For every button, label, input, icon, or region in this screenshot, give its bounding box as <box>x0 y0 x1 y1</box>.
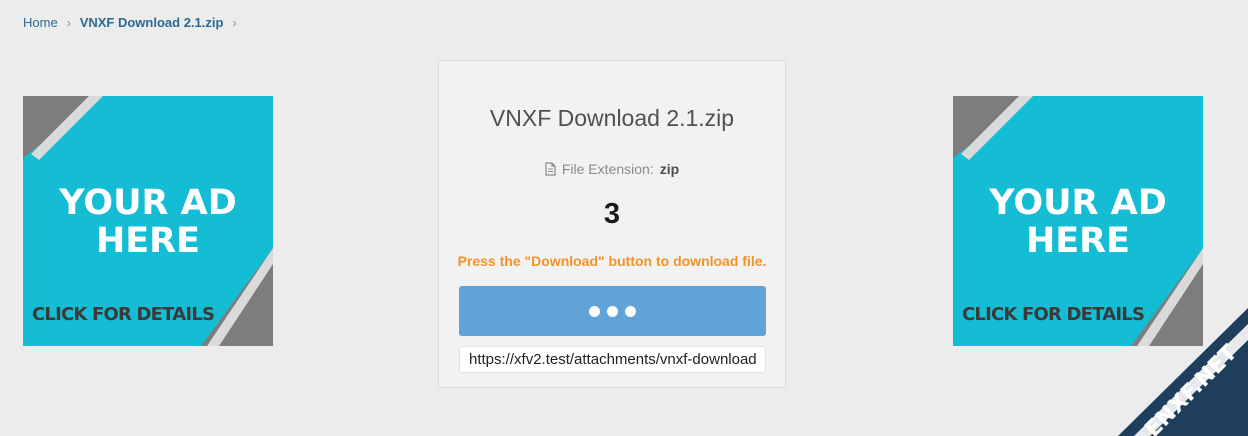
ad-banner-left[interactable]: YOUR AD HERE CLICK FOR DETAILS <box>23 96 273 346</box>
ad-headline: YOUR AD HERE <box>59 183 237 261</box>
download-panel: VNXF Download 2.1.zip File Extension: zi… <box>438 60 786 388</box>
download-button[interactable] <box>459 286 766 336</box>
countdown-number: 3 <box>603 198 621 230</box>
ad-headline: YOUR AD HERE <box>989 183 1167 261</box>
file-extension: File Extension: zip <box>439 161 785 177</box>
loading-dot-icon <box>589 305 600 317</box>
loading-dot-icon <box>607 305 618 317</box>
file-title: VNXF Download 2.1.zip <box>489 105 735 131</box>
breadcrumb-current-link[interactable]: VNXF Download 2.1.zip <box>80 15 224 30</box>
file-icon <box>545 162 556 176</box>
chevron-right-icon: › <box>66 15 71 30</box>
download-url-input[interactable] <box>459 346 766 373</box>
file-extension-label: File Extension: <box>561 161 654 177</box>
breadcrumb: Home › VNXF Download 2.1.zip › <box>23 15 245 30</box>
file-extension-value: zip <box>659 161 680 177</box>
breadcrumb-home-link[interactable]: Home <box>23 15 58 30</box>
ad-cta: CLICK FOR DETAILS <box>32 304 215 325</box>
chevron-right-icon: › <box>232 15 237 30</box>
loading-dot-icon <box>625 305 636 317</box>
download-notice: Press the "Download" button to download … <box>457 253 767 269</box>
enxf-watermark-logo: ENXF.NET <box>1118 308 1248 436</box>
